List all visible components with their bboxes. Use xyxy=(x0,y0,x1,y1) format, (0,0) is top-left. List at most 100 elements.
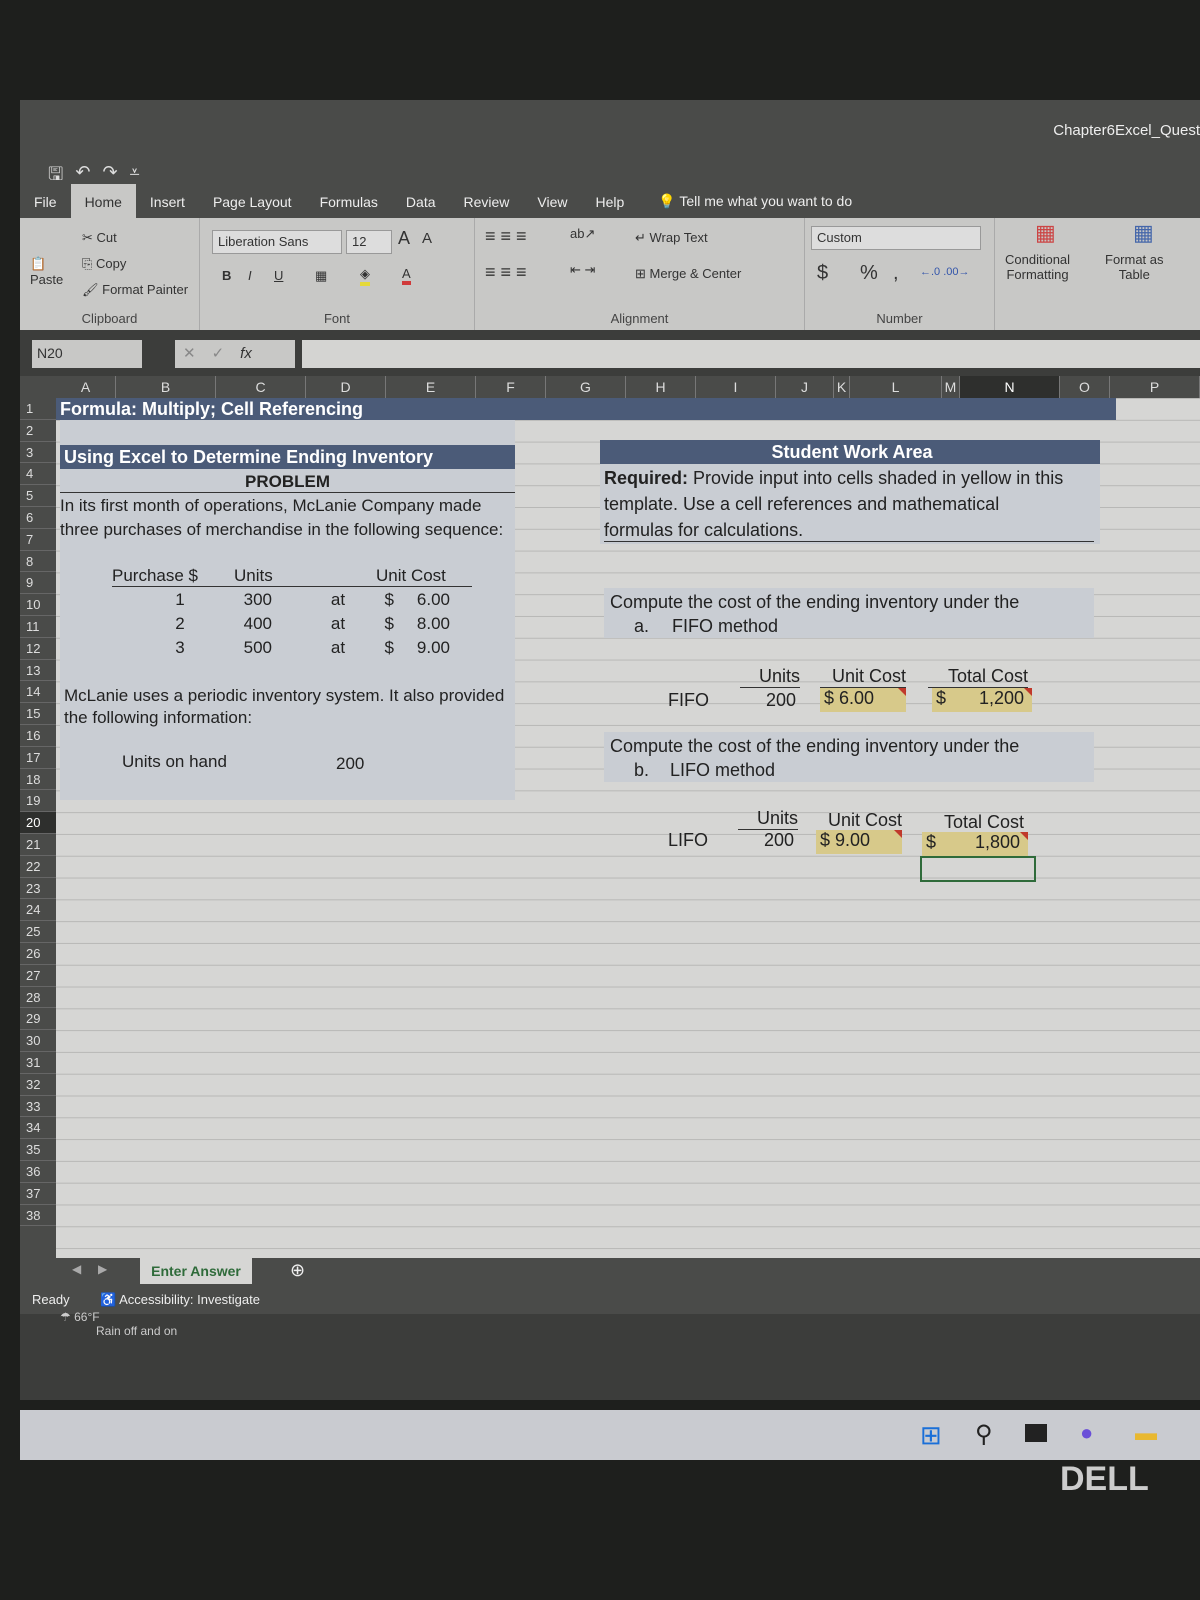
search-icon[interactable]: ⚲ xyxy=(975,1420,993,1449)
col-A[interactable]: A xyxy=(56,376,116,398)
tab-data[interactable]: Data xyxy=(392,194,450,218)
font-size-select[interactable]: 12 xyxy=(346,230,392,254)
col-P[interactable]: P xyxy=(1110,376,1200,398)
row-header-36[interactable]: 36 xyxy=(20,1161,56,1183)
format-as-table-button[interactable]: Format as Table xyxy=(1105,252,1164,282)
file-explorer-icon[interactable]: ▬ xyxy=(1135,1420,1157,1446)
conditional-formatting-button[interactable]: Conditional Formatting xyxy=(1005,252,1070,282)
row-header-9[interactable]: 9 xyxy=(20,572,56,595)
paste-button[interactable]: 📋 Paste xyxy=(30,256,63,287)
shrink-font-button[interactable]: A xyxy=(422,230,432,247)
col-I[interactable]: I xyxy=(696,376,776,398)
teams-chat-icon[interactable]: ● xyxy=(1080,1420,1093,1446)
italic-button[interactable]: I xyxy=(248,268,252,283)
row-header-37[interactable]: 37 xyxy=(20,1183,56,1205)
row-header-4[interactable]: 4 xyxy=(20,463,56,486)
row-header-14[interactable]: 14 xyxy=(20,681,56,704)
row-header-18[interactable]: 18 xyxy=(20,769,56,791)
col-C[interactable]: C xyxy=(216,376,306,398)
row-header-17[interactable]: 17 xyxy=(20,747,56,769)
row-header-23[interactable]: 23 xyxy=(20,878,56,900)
col-M[interactable]: M xyxy=(942,376,960,398)
cut-button[interactable]: ✂ Cut xyxy=(82,230,117,246)
lifo-unit-cost-input[interactable]: $ 9.00 xyxy=(816,830,902,854)
col-B[interactable]: B xyxy=(116,376,216,398)
row-header-26[interactable]: 26 xyxy=(20,943,56,965)
row-header-10[interactable]: 10 xyxy=(20,594,56,616)
row-header-34[interactable]: 34 xyxy=(20,1117,56,1140)
col-F[interactable]: F xyxy=(476,376,546,398)
horizontal-align-icons[interactable]: ≡ ≡ ≡ xyxy=(485,262,527,283)
enter-icon[interactable]: ✓ xyxy=(212,345,241,362)
row-header-25[interactable]: 25 xyxy=(20,921,56,943)
row-header-15[interactable]: 15 xyxy=(20,703,56,725)
decimal-icons[interactable]: ←.0 .00→ xyxy=(920,266,970,278)
tell-me-search[interactable]: 💡 Tell me what you want to do xyxy=(658,193,852,218)
currency-button[interactable]: $ xyxy=(817,262,828,285)
fx-icon[interactable]: fx xyxy=(240,345,252,362)
col-O[interactable]: O xyxy=(1060,376,1110,398)
col-G[interactable]: G xyxy=(546,376,626,398)
col-N[interactable]: N xyxy=(960,376,1060,398)
percent-button[interactable]: % xyxy=(860,262,878,285)
row-header-13[interactable]: 13 xyxy=(20,660,56,682)
row-header-2[interactable]: 2 xyxy=(20,420,56,442)
row-header-27[interactable]: 27 xyxy=(20,965,56,987)
scroll-right-icon[interactable]: ▶ xyxy=(98,1262,107,1276)
tab-insert[interactable]: Insert xyxy=(136,194,199,218)
bold-button[interactable]: B xyxy=(222,268,231,283)
row-header-8[interactable]: 8 xyxy=(20,551,56,573)
tab-file[interactable]: File xyxy=(20,194,71,218)
sheet-tab-enter-answer[interactable]: Enter Answer xyxy=(140,1258,252,1284)
col-J[interactable]: J xyxy=(776,376,834,398)
task-view-icon[interactable] xyxy=(1025,1424,1047,1442)
col-D[interactable]: D xyxy=(306,376,386,398)
number-format-select[interactable]: Custom xyxy=(811,226,981,250)
row-header-35[interactable]: 35 xyxy=(20,1139,56,1161)
row-header-28[interactable]: 28 xyxy=(20,987,56,1009)
row-header-6[interactable]: 6 xyxy=(20,507,56,529)
add-sheet-icon[interactable]: ⊕ xyxy=(290,1260,305,1281)
copy-button[interactable]: ⎘ Copy xyxy=(82,256,126,272)
fifo-unit-cost-input[interactable]: $ 6.00 xyxy=(820,688,906,712)
col-L[interactable]: L xyxy=(850,376,942,398)
lifo-total-cost-input[interactable]: $1,800 xyxy=(922,832,1028,856)
font-color-icon[interactable]: A xyxy=(402,266,411,285)
windows-start-icon[interactable]: ⊞ xyxy=(920,1420,942,1451)
tab-page-layout[interactable]: Page Layout xyxy=(199,194,306,218)
row-header-19[interactable]: 19 xyxy=(20,790,56,813)
row-header-30[interactable]: 30 xyxy=(20,1030,56,1052)
tab-help[interactable]: Help xyxy=(582,194,639,218)
row-header-5[interactable]: 5 xyxy=(20,485,56,507)
formula-input[interactable] xyxy=(302,340,1200,368)
cancel-icon[interactable]: ✕ xyxy=(183,345,212,362)
row-header-24[interactable]: 24 xyxy=(20,899,56,922)
row-header-32[interactable]: 32 xyxy=(20,1074,56,1096)
row-header-1[interactable]: 1 xyxy=(20,398,56,420)
row-header-7[interactable]: 7 xyxy=(20,529,56,551)
row-header-16[interactable]: 16 xyxy=(20,725,56,747)
name-box[interactable]: N20 xyxy=(32,340,142,368)
orientation-icon[interactable]: ab↗ xyxy=(570,226,595,242)
font-name-select[interactable]: Liberation Sans xyxy=(212,230,342,254)
row-header-38[interactable]: 38 xyxy=(20,1205,56,1227)
accessibility-status[interactable]: ♿ Accessibility: Investigate xyxy=(100,1292,260,1308)
underline-button[interactable]: U xyxy=(274,268,283,283)
tab-review[interactable]: Review xyxy=(450,194,524,218)
merge-center-button[interactable]: ⊞ Merge & Center xyxy=(635,266,741,282)
row-header-20[interactable]: 20 xyxy=(20,812,56,834)
row-header-33[interactable]: 33 xyxy=(20,1096,56,1118)
col-E[interactable]: E xyxy=(386,376,476,398)
tab-formulas[interactable]: Formulas xyxy=(306,194,392,218)
row-header-11[interactable]: 11 xyxy=(20,616,56,638)
borders-icon[interactable]: ▦ xyxy=(315,268,327,284)
format-painter-button[interactable]: 🖌 Format Painter xyxy=(82,282,188,298)
col-H[interactable]: H xyxy=(626,376,696,398)
row-header-22[interactable]: 22 xyxy=(20,856,56,878)
col-K[interactable]: K xyxy=(834,376,850,398)
row-header-12[interactable]: 12 xyxy=(20,638,56,660)
scroll-left-icon[interactable]: ◀ xyxy=(72,1262,81,1276)
grow-font-button[interactable]: A xyxy=(398,228,410,249)
row-header-21[interactable]: 21 xyxy=(20,834,56,856)
tab-view[interactable]: View xyxy=(523,194,581,218)
